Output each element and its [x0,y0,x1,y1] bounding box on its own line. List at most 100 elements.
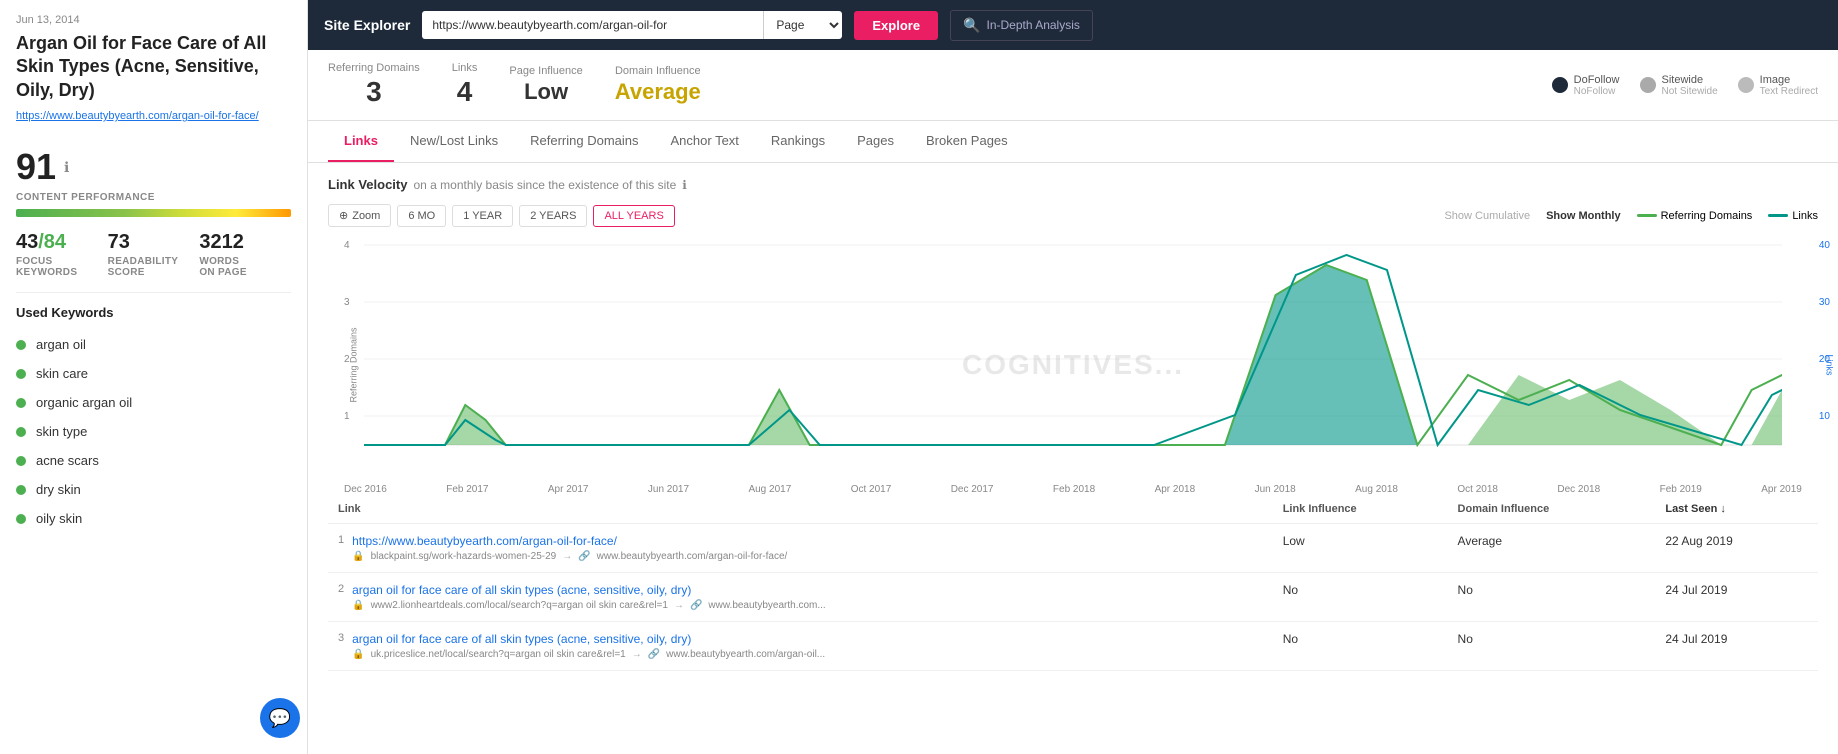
row-3-last-seen: 24 Jul 2019 [1655,622,1818,671]
x-label-8: Apr 2018 [1155,484,1196,495]
url-input[interactable] [422,11,763,39]
links-value: 4 [452,76,478,108]
row-3-subto: www.beautybyearth.com/argan-oil... [666,649,825,660]
table-row: 3 argan oil for face care of all skin ty… [328,622,1818,671]
y-axis-right-10: 10 [1819,411,1830,422]
sidebar-url[interactable]: https://www.beautybyearth.com/argan-oil-… [0,110,307,136]
zoom-icon: ⊕ [339,209,348,222]
metric-referring-domains: Referring Domains 3 [328,62,420,108]
show-monthly[interactable]: Show Monthly [1546,210,1621,222]
dofollow-labels: DoFollow NoFollow [1574,74,1620,97]
links-line [1768,214,1788,217]
x-label-14: Apr 2019 [1761,484,1802,495]
tab-pages[interactable]: Pages [841,121,910,162]
x-label-7: Feb 2018 [1053,484,1095,495]
kw-item-skin-care[interactable]: skin care [0,359,307,388]
y-axis-left-2: 2 [344,354,350,365]
row-1-subto: www.beautybyearth.com/argan-oil-for-face… [597,551,788,562]
row-3-link[interactable]: argan oil for face care of all skin type… [352,632,825,646]
kw-item-oily-skin[interactable]: oily skin [0,504,307,533]
sidebar-score: 91 [16,146,56,188]
row-3-subfrom[interactable]: uk.priceslice.net/local/search?q=argan o… [371,649,626,660]
link-icon-2: 🔗 [648,649,660,660]
row-2-domain-influence: No [1448,573,1656,622]
x-label-10: Aug 2018 [1355,484,1398,495]
tab-bar: Links New/Lost Links Referring Domains A… [308,121,1838,163]
page-influence-value: Low [509,79,582,105]
explore-button[interactable]: Explore [854,11,938,40]
kw-item-acne-scars[interactable]: acne scars [0,446,307,475]
x-label-5: Oct 2017 [851,484,892,495]
show-cumulative[interactable]: Show Cumulative [1444,210,1530,222]
kw-text: skin type [36,424,87,439]
period-1year[interactable]: 1 YEAR [452,205,513,227]
referring-domains-value: 3 [328,76,420,108]
x-label-1: Feb 2017 [446,484,488,495]
tab-referring-domains[interactable]: Referring Domains [514,121,654,162]
tab-rankings[interactable]: Rankings [755,121,841,162]
row-2-last-seen: 24 Jul 2019 [1655,573,1818,622]
chart-info-icon[interactable]: ℹ [682,178,687,192]
th-last-seen[interactable]: Last Seen ↓ [1655,495,1818,524]
x-label-2: Apr 2017 [548,484,589,495]
period-6mo[interactable]: 6 MO [397,205,446,227]
x-axis-labels: Dec 2016 Feb 2017 Apr 2017 Jun 2017 Aug … [344,484,1802,495]
sitewide-dot [1640,77,1656,93]
row-2-meta: 🔒 www2.lionheartdeals.com/local/search?q… [352,600,826,611]
period-2years[interactable]: 2 YEARS [519,205,587,227]
tab-links[interactable]: Links [328,121,394,162]
table-row: 2 argan oil for face care of all skin ty… [328,573,1818,622]
domain-influence-label: Domain Influence [615,65,701,77]
kw-dot [16,485,26,495]
tab-anchor-text[interactable]: Anchor Text [655,121,755,162]
sidebar-title: Argan Oil for Face Care of All Skin Type… [0,32,307,110]
sitewide-labels: Sitewide Not Sitewide [1662,74,1718,97]
links-label: Links [452,62,478,74]
kw-item-dry-skin[interactable]: dry skin [0,475,307,504]
chart-subtitle: on a monthly basis since the existence o… [413,178,676,192]
zoom-button[interactable]: ⊕ Zoom [328,204,391,227]
zoom-controls: ⊕ Zoom 6 MO 1 YEAR 2 YEARS ALL YEARS [328,204,675,227]
row-2-link[interactable]: argan oil for face care of all skin type… [352,583,826,597]
stat-readability-value: 73 [108,231,200,254]
stat-focus-keywords: 43/84 FOCUSKEYWORDS [16,231,108,278]
kw-item-argan-oil[interactable]: argan oil [0,330,307,359]
chat-button[interactable]: 💬 [260,698,300,738]
kw-text: acne scars [36,453,99,468]
row-2-link-influence: No [1273,573,1448,622]
tab-broken-pages[interactable]: Broken Pages [910,121,1024,162]
keyword-list: argan oil skin care organic argan oil sk… [0,330,307,533]
row-1-link[interactable]: https://www.beautybyearth.com/argan-oil-… [352,534,787,548]
row-2-subfrom[interactable]: www2.lionheartdeals.com/local/search?q=a… [371,600,668,611]
page-mode-select[interactable]: Page Domain [763,11,842,39]
period-all-years[interactable]: ALL YEARS [593,205,674,227]
kw-item-organic-argan-oil[interactable]: organic argan oil [0,388,307,417]
kw-item-skin-type[interactable]: skin type [0,417,307,446]
content-performance-label: CONTENT PERFORMANCE [0,192,307,209]
row-num-1: 1 [338,534,344,546]
tab-new-lost-links[interactable]: New/Lost Links [394,121,514,162]
chart-controls: ⊕ Zoom 6 MO 1 YEAR 2 YEARS ALL YEARS Sho… [308,200,1838,235]
arrow-icon: → [632,649,642,660]
x-label-0: Dec 2016 [344,484,387,495]
row-1-meta: 🔒 blackpaint.sg/work-hazards-women-25-29… [352,551,787,562]
indepth-button[interactable]: 🔍 In-Depth Analysis [950,10,1093,41]
kw-dot [16,369,26,379]
table-wrap: Link Link Influence Domain Influence Las… [308,495,1838,691]
row-1-link-influence: Low [1273,524,1448,573]
x-label-12: Dec 2018 [1557,484,1600,495]
kw-text: argan oil [36,337,86,352]
y-axis-right-40: 40 [1819,240,1830,251]
row-3-link-influence: No [1273,622,1448,671]
chart-svg [364,235,1782,465]
x-label-4: Aug 2017 [748,484,791,495]
row-2-subto: www.beautybyearth.com... [708,600,825,611]
arrow-icon: → [562,551,572,562]
x-label-3: Jun 2017 [648,484,689,495]
stat-words-value: 3212 [199,231,291,254]
metrics-bar: Referring Domains 3 Links 4 Page Influen… [308,50,1838,121]
arrow-icon: → [674,600,684,611]
stat-focus-label: FOCUSKEYWORDS [16,256,108,278]
x-label-11: Oct 2018 [1457,484,1498,495]
row-1-subfrom[interactable]: blackpaint.sg/work-hazards-women-25-29 [371,551,557,562]
